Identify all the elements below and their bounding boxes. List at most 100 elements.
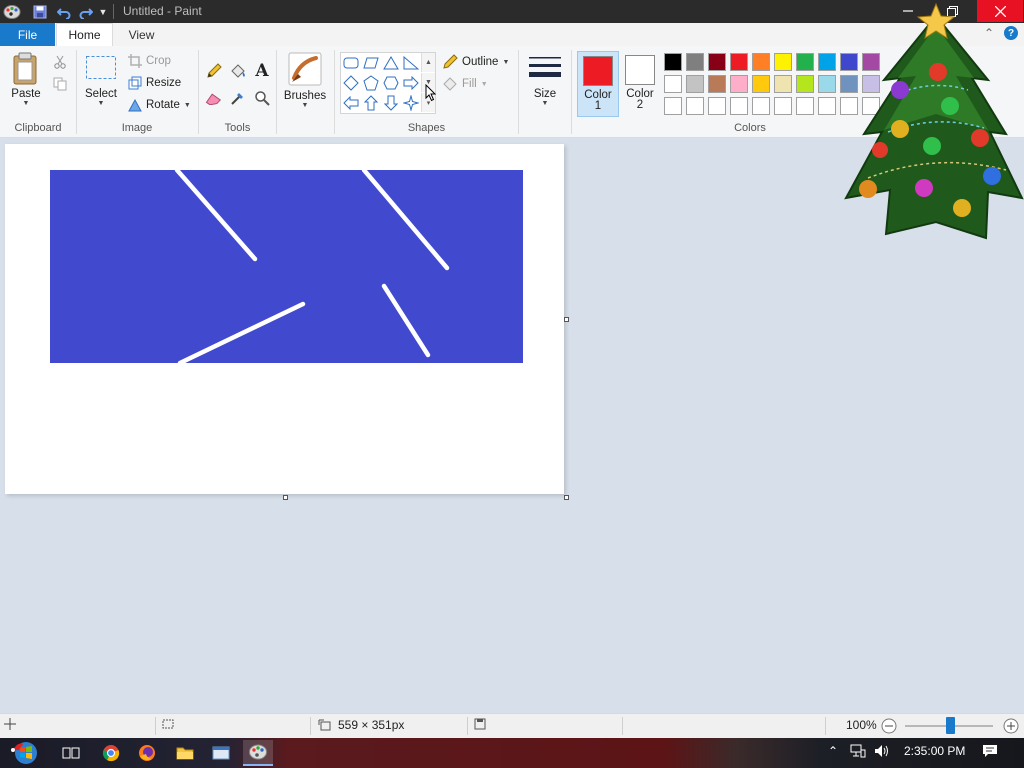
palette-swatch[interactable] — [728, 51, 750, 73]
star-shape-icon[interactable] — [402, 94, 420, 112]
zoom-out-button[interactable] — [881, 718, 897, 734]
palette-swatch[interactable] — [684, 73, 706, 95]
fill-caret-icon: ▼ — [480, 80, 488, 88]
palette-swatch[interactable] — [750, 73, 772, 95]
canvas[interactable] — [5, 144, 564, 494]
resize-button[interactable]: Resize — [128, 76, 181, 90]
palette-swatch[interactable] — [706, 95, 728, 117]
file-explorer-icon[interactable] — [170, 740, 200, 766]
task-view-icon[interactable] — [56, 740, 86, 766]
paint-app-icon[interactable] — [2, 3, 22, 20]
window-icon[interactable] — [206, 740, 236, 766]
palette-swatch[interactable] — [750, 95, 772, 117]
fill-icon[interactable] — [228, 61, 248, 81]
tab-view[interactable]: View — [114, 23, 169, 46]
customize-toolbar-icon[interactable]: ▼ — [96, 3, 110, 20]
resize-label: Resize — [146, 77, 182, 89]
resize-handle-corner[interactable] — [564, 495, 569, 500]
resize-icon — [128, 76, 142, 90]
zoom-in-button[interactable] — [1003, 718, 1019, 734]
chrome-icon[interactable] — [96, 740, 126, 766]
color1-button[interactable]: Color 1 — [577, 51, 619, 117]
palette-swatch[interactable] — [750, 51, 772, 73]
resize-handle-bottom[interactable] — [283, 495, 288, 500]
palette-swatch[interactable] — [662, 51, 684, 73]
diamond-shape-icon[interactable] — [342, 74, 360, 92]
crop-icon — [128, 54, 142, 68]
pasted-image[interactable] — [50, 170, 523, 363]
windows-start-icon[interactable] — [6, 740, 46, 766]
palette-swatch[interactable] — [684, 51, 706, 73]
colors-group-label: Colors — [734, 122, 766, 134]
brushes-button[interactable]: Brushes ▼ — [282, 52, 328, 109]
down-arrow-shape-icon[interactable] — [382, 94, 400, 112]
color2-button[interactable]: Color 2 — [619, 51, 661, 117]
color-picker-icon[interactable] — [228, 88, 248, 108]
magnifier-icon[interactable] — [252, 88, 272, 108]
fill-button[interactable]: Fill ▼ — [442, 76, 488, 92]
palette-swatch[interactable] — [728, 73, 750, 95]
palette-swatch[interactable] — [772, 95, 794, 117]
tab-file[interactable]: File — [0, 23, 55, 46]
palette-swatch[interactable] — [706, 51, 728, 73]
shapes-scroll-up-icon[interactable]: ▲ — [421, 53, 435, 72]
palette-swatch[interactable] — [816, 51, 838, 73]
hexagon-shape-icon[interactable] — [382, 74, 400, 92]
pentagon-shape-icon[interactable] — [362, 74, 380, 92]
crop-label: Crop — [146, 55, 171, 67]
size-caret-icon: ▼ — [541, 100, 549, 107]
palette-swatch[interactable] — [772, 73, 794, 95]
right-triangle-shape-icon[interactable] — [402, 54, 420, 72]
palette-swatch[interactable] — [794, 51, 816, 73]
tab-home[interactable]: Home — [56, 23, 113, 46]
palette-swatch[interactable] — [662, 95, 684, 117]
clipboard-group-label: Clipboard — [14, 122, 62, 134]
eraser-icon[interactable] — [204, 88, 224, 108]
volume-icon[interactable] — [874, 744, 890, 758]
crop-button[interactable]: Crop — [128, 54, 171, 68]
clock-time[interactable]: 2:35:00 PM — [904, 744, 965, 758]
brushes-icon — [288, 52, 322, 86]
palette-swatch[interactable] — [816, 95, 838, 117]
palette-swatch[interactable] — [662, 73, 684, 95]
size-button[interactable]: Size ▼ — [526, 54, 564, 107]
rotate-caret-icon: ▼ — [183, 101, 191, 109]
size-label: Size — [533, 88, 557, 100]
rotate-icon — [128, 98, 142, 112]
firefox-icon[interactable] — [132, 740, 162, 766]
palette-swatch[interactable] — [728, 95, 750, 117]
cut-icon[interactable] — [50, 52, 70, 72]
rectangle-shape-icon[interactable] — [342, 54, 360, 72]
select-button[interactable]: Select ▼ — [84, 54, 118, 107]
palette-swatch[interactable] — [794, 73, 816, 95]
paste-button[interactable]: Paste ▼ — [8, 52, 44, 107]
pencil-icon[interactable] — [204, 61, 224, 81]
palette-swatch[interactable] — [684, 95, 706, 117]
palette-swatch[interactable] — [706, 73, 728, 95]
fill-label: Fill — [462, 78, 477, 90]
palette-swatch[interactable] — [772, 51, 794, 73]
redo-icon[interactable] — [76, 3, 96, 20]
save-icon[interactable] — [30, 3, 50, 20]
copy-icon[interactable] — [50, 74, 70, 94]
select-icon — [86, 56, 116, 79]
rotate-button[interactable]: Rotate ▼ — [128, 98, 191, 112]
network-icon[interactable] — [850, 744, 866, 758]
undo-icon[interactable] — [54, 3, 74, 20]
window-title: Untitled - Paint — [123, 4, 202, 18]
triangle-shape-icon[interactable] — [382, 54, 400, 72]
outline-button[interactable]: Outline ▼ — [442, 54, 509, 70]
palette-swatch[interactable] — [816, 73, 838, 95]
zoom-slider-thumb[interactable] — [946, 717, 955, 734]
show-hidden-icons-icon[interactable]: ⌃ — [828, 744, 838, 758]
notifications-icon[interactable] — [982, 744, 998, 758]
resize-handle-right[interactable] — [564, 317, 569, 322]
up-arrow-shape-icon[interactable] — [362, 94, 380, 112]
rounded-polygon-shape-icon[interactable] — [362, 54, 380, 72]
paint-icon[interactable] — [243, 740, 273, 766]
selection-size-icon — [161, 718, 175, 730]
left-arrow-shape-icon[interactable] — [342, 94, 360, 112]
text-icon[interactable]: A — [252, 61, 272, 81]
right-arrow-shape-icon[interactable] — [402, 74, 420, 92]
palette-swatch[interactable] — [794, 95, 816, 117]
